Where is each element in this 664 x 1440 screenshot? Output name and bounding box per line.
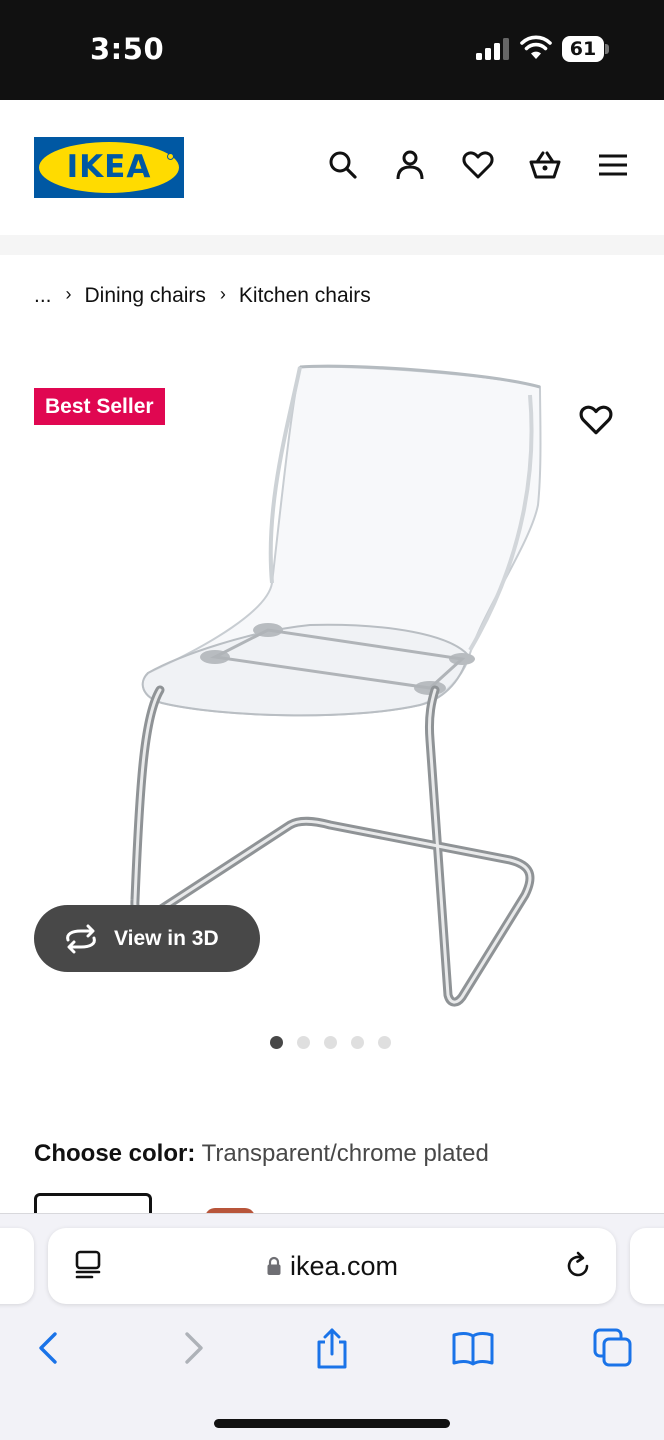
carousel-dot-2[interactable] — [297, 1036, 310, 1049]
share-icon[interactable] — [310, 1326, 354, 1370]
home-indicator — [214, 1419, 450, 1428]
url-text: ikea.com — [289, 1250, 399, 1281]
safari-toolbar: ikea.com — [0, 1213, 664, 1440]
status-time: 3:50 — [90, 32, 165, 66]
favorites-heart-icon[interactable] — [461, 148, 495, 182]
breadcrumb-kitchen-chairs[interactable]: Kitchen chairs — [239, 284, 371, 308]
back-icon[interactable] — [27, 1326, 71, 1370]
bookmarks-icon[interactable] — [451, 1326, 495, 1370]
cellular-signal-icon — [476, 38, 509, 60]
choose-color-label: Choose color: — [34, 1140, 196, 1167]
view-in-3d-label: View in 3D — [114, 926, 219, 950]
site-header: IKEA — [0, 100, 664, 235]
chevron-right-icon: › — [219, 283, 226, 304]
lock-icon — [267, 1256, 281, 1275]
ikea-logo[interactable]: IKEA — [34, 137, 184, 198]
rotate-3d-icon — [66, 924, 96, 953]
breadcrumb-ellipsis[interactable]: ... — [34, 284, 52, 308]
basket-icon[interactable] — [528, 148, 562, 182]
next-tab-peek[interactable] — [630, 1228, 664, 1304]
image-carousel-dots — [270, 1036, 405, 1050]
reload-icon[interactable] — [562, 1250, 594, 1282]
forward-icon[interactable] — [171, 1326, 215, 1370]
status-bar: 3:50 61 — [0, 0, 664, 100]
carousel-dot-1[interactable] — [270, 1036, 283, 1049]
header-divider-band — [0, 235, 664, 255]
previous-tab-peek[interactable] — [0, 1228, 34, 1304]
battery-indicator: 61 — [562, 36, 609, 62]
carousel-dot-5[interactable] — [378, 1036, 391, 1049]
battery-level: 61 — [562, 36, 604, 62]
save-favorite-heart-icon[interactable] — [578, 402, 614, 438]
registered-mark — [167, 153, 174, 160]
choose-color-value: Transparent/chrome plated — [201, 1140, 489, 1167]
menu-icon[interactable] — [596, 148, 630, 182]
carousel-dot-4[interactable] — [351, 1036, 364, 1049]
breadcrumb-dining-chairs[interactable]: Dining chairs — [85, 284, 206, 308]
chevron-right-icon: › — [65, 283, 72, 304]
breadcrumb: ... › Dining chairs › Kitchen chairs — [34, 282, 371, 310]
view-in-3d-button[interactable]: View in 3D — [34, 905, 260, 972]
battery-cap — [605, 44, 609, 54]
choose-color-line: Choose color: Transparent/chrome plated — [34, 1140, 489, 1168]
url-container: ikea.com — [48, 1228, 616, 1304]
carousel-dot-3[interactable] — [324, 1036, 337, 1049]
account-icon[interactable] — [393, 148, 427, 182]
search-icon[interactable] — [326, 148, 360, 182]
tabs-icon[interactable] — [591, 1326, 635, 1370]
logo-text: IKEA — [66, 149, 152, 185]
address-bar[interactable]: ikea.com — [48, 1228, 616, 1304]
best-seller-badge: Best Seller — [34, 388, 165, 425]
wifi-icon — [520, 35, 552, 59]
